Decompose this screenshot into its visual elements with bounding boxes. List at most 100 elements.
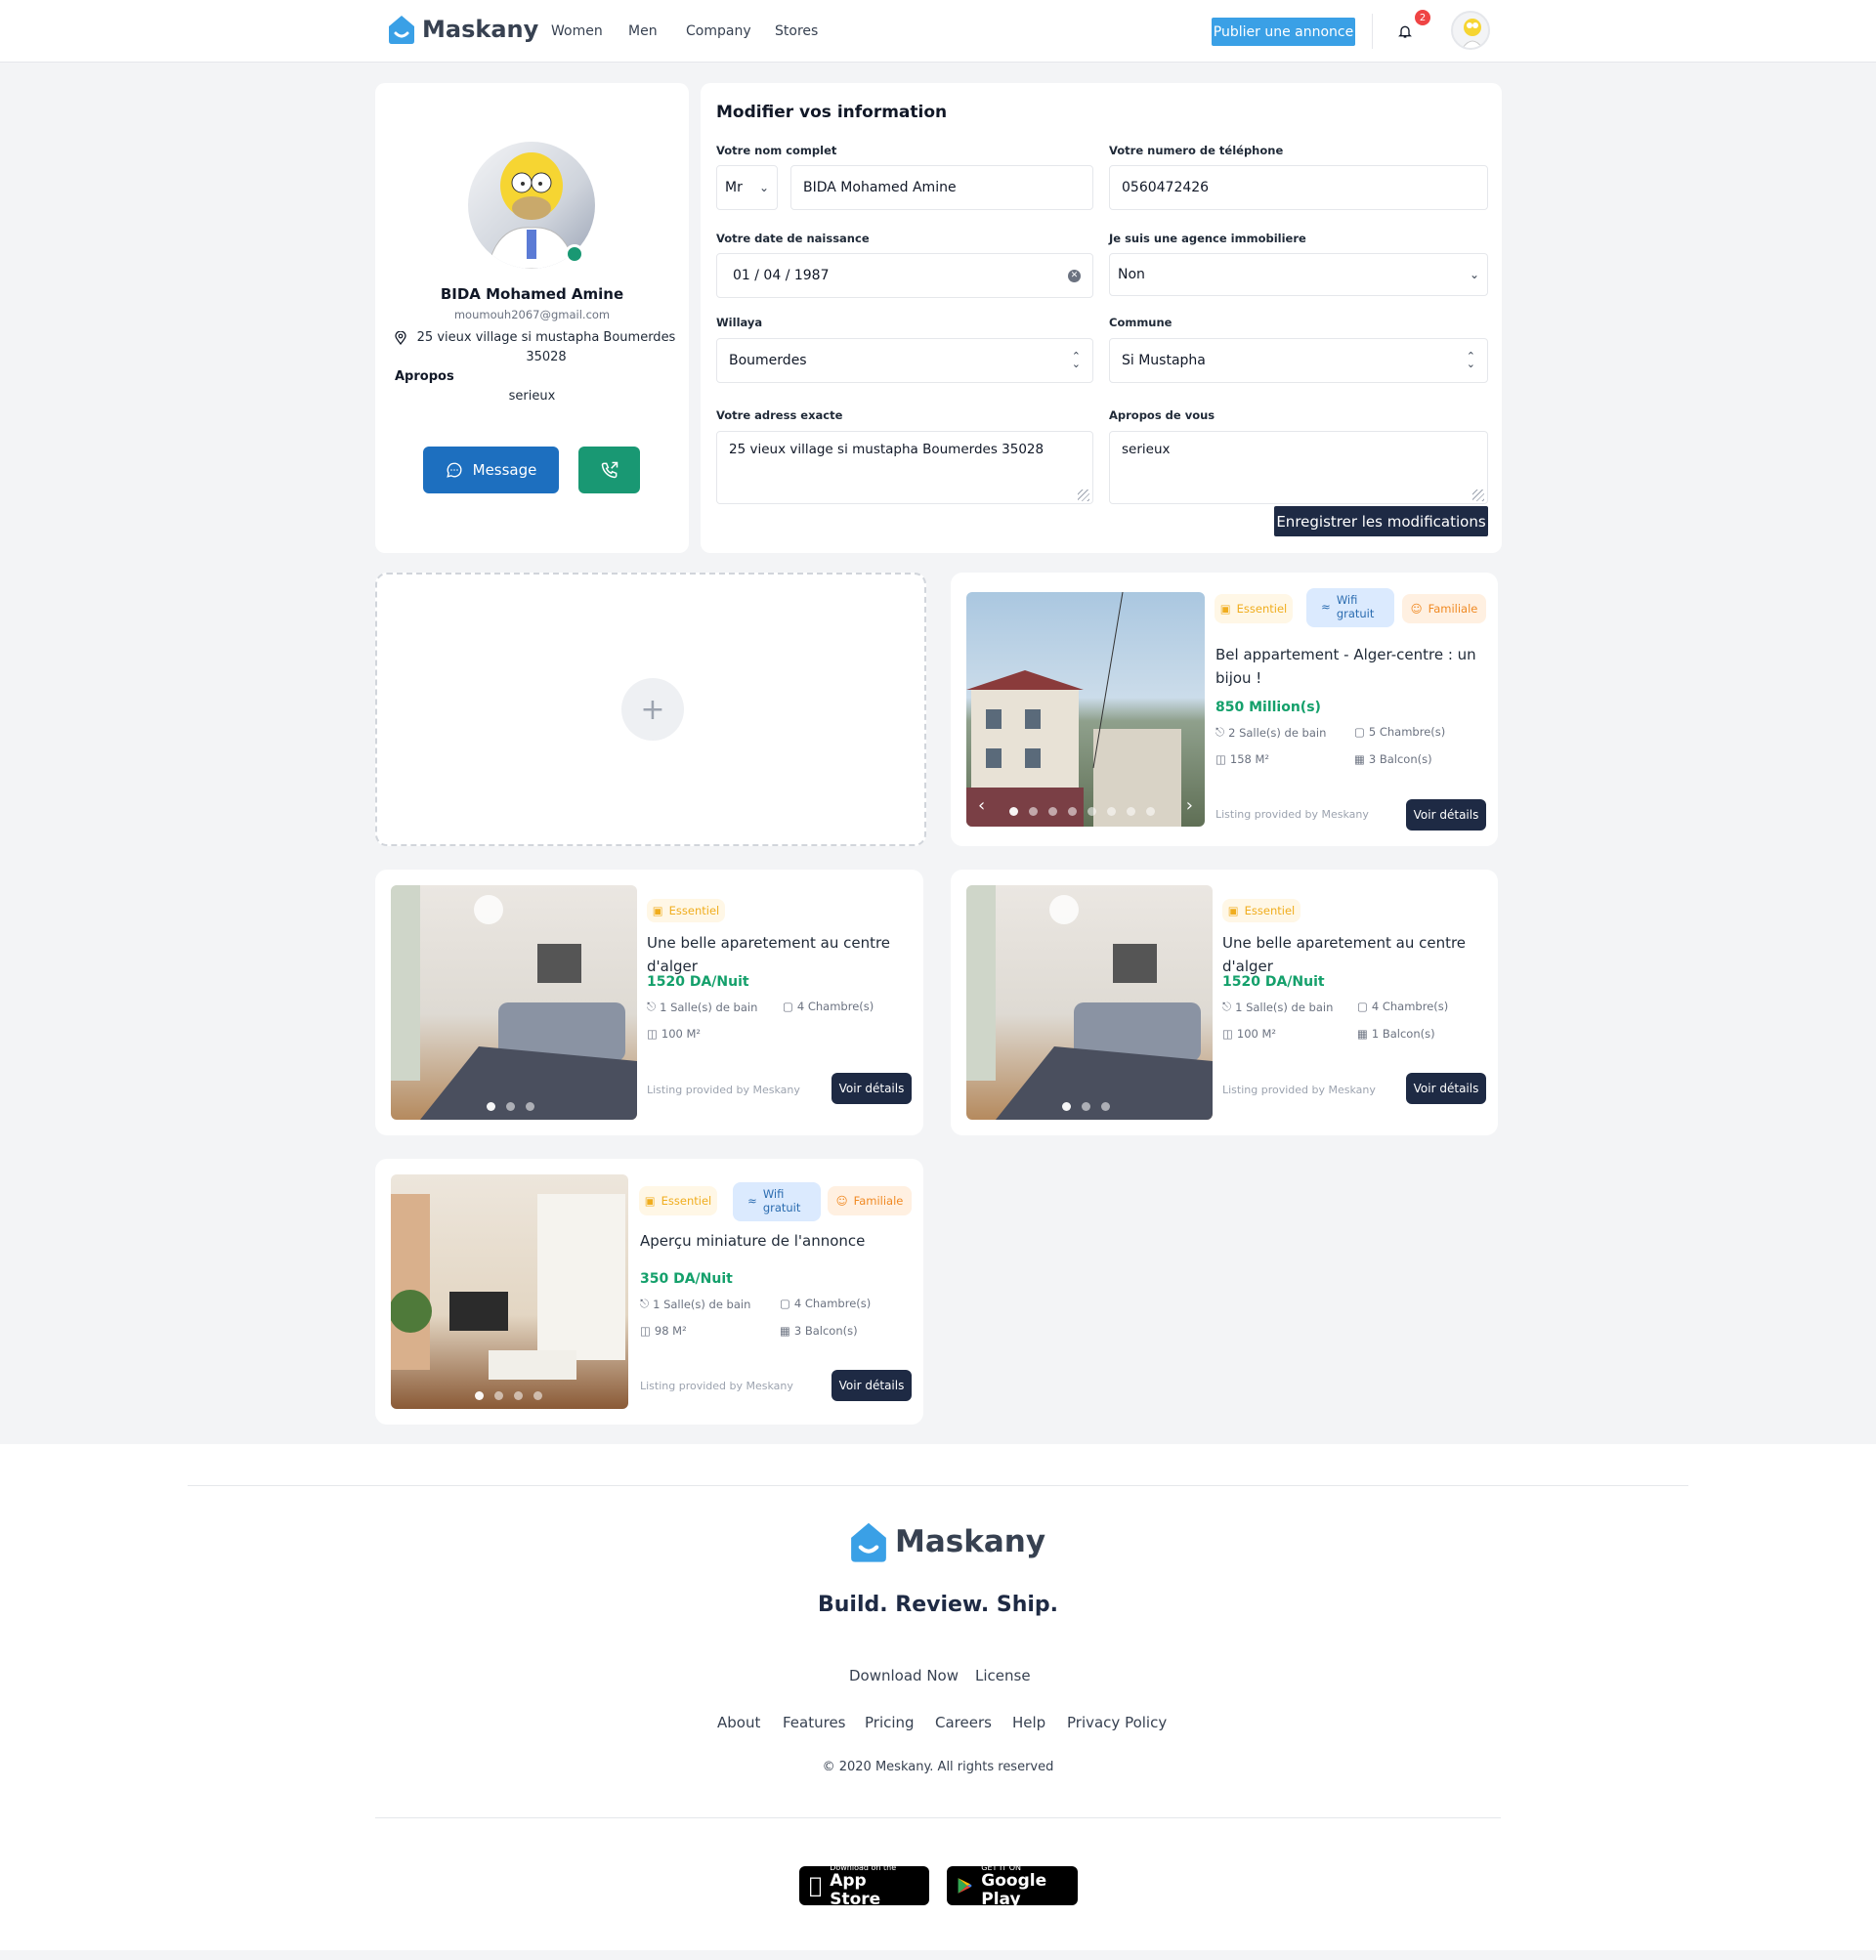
footer-link-license[interactable]: License [975,1667,1031,1684]
carousel-prev-icon[interactable]: ‹ [978,795,985,816]
notifications-button[interactable] [1391,18,1419,45]
carousel-next-icon[interactable]: › [1186,795,1193,816]
brand-logo[interactable]: Maskany [387,14,538,45]
address-textarea[interactable]: 25 vieux village si mustapha Boumerdes 3… [716,431,1093,504]
carousel-dots[interactable] [1062,1102,1110,1111]
user-avatar[interactable] [1451,11,1490,50]
footer-link-help[interactable]: Help [1012,1714,1045,1731]
listing-title[interactable]: Une belle aparetement au centre d'alger [647,931,920,978]
living-room-illustration [966,885,1213,1120]
listing-provider: Listing provided by Meskany [647,1084,800,1096]
edit-profile-form: Modifier vos information Votre nom compl… [701,83,1502,553]
profile-name: BIDA Mohamed Amine [440,285,624,303]
fullname-input[interactable]: BIDA Mohamed Amine [790,165,1093,210]
bed-icon: ▢ [783,1000,793,1013]
message-button[interactable]: Message [423,447,559,493]
site-footer: Maskany Build. Review. Ship. Download No… [0,1444,1876,1950]
plus-icon[interactable]: + [621,678,684,741]
listing-title[interactable]: Une belle aparetement au centre d'alger [1222,931,1496,978]
listing-photo[interactable]: ‹ › [966,592,1205,827]
clipboard-icon: ▣ [1219,602,1231,616]
balcony-icon: ▦ [780,1324,790,1338]
wilaya-label: Willaya [716,316,763,329]
chevron-down-icon: ⌄ [1469,268,1479,281]
birthdate-input[interactable]: 01 / 04 / 1987 ✕ [716,253,1093,298]
listing-card: ‹ › ▣ Essentiel ≈ Wifi gratuit ☺ Familiale … [951,573,1498,846]
listing-price: 1520 DA/Nuit [647,974,749,990]
save-changes-button[interactable]: Enregistrer les modifications [1274,506,1488,536]
clear-date-icon[interactable]: ✕ [1068,269,1081,282]
area-spec: ◫ 100 M² [647,1027,702,1041]
phone-input[interactable]: 0560472426 [1109,165,1488,210]
listing-title[interactable]: Bel appartement - Alger-centre : un bijo… [1215,643,1494,690]
clipboard-icon: ▣ [644,1194,656,1208]
online-status-dot [565,244,584,264]
view-details-button[interactable]: Voir détails [1406,799,1486,831]
footer-link-features[interactable]: Features [783,1714,846,1731]
updown-chevron-icon: ⌃ ⌄ [1071,350,1081,370]
footer-link-pricing[interactable]: Pricing [865,1714,915,1731]
area-spec: ◫ 158 M² [1215,752,1270,766]
footer-link-careers[interactable]: Careers [935,1714,992,1731]
footer-link-about[interactable]: About [717,1714,760,1731]
tag-familiale: ☺ Familiale [1402,594,1486,623]
listing-provider: Listing provided by Meskany [1215,808,1369,821]
tag-label: Wifi gratuit [1336,593,1375,620]
listing-title[interactable]: Aperçu miniature de l'annonce [640,1229,914,1253]
listing-provider: Listing provided by Meskany [640,1380,793,1392]
area-spec: ◫ 98 M² [640,1324,687,1338]
nav-company[interactable]: Company [686,23,751,39]
tag-essentiel: ▣ Essentiel [647,899,725,922]
listing-card: ▣ Essentiel Une belle aparetement au cent… [375,870,923,1135]
agency-select[interactable]: Non ⌄ [1109,253,1488,296]
nav-men[interactable]: Men [628,23,658,39]
google-play-badge[interactable]: GET IT ON Google Play [947,1863,1078,1908]
header-divider [1372,14,1373,49]
chat-bubble-icon [446,462,462,478]
civility-select[interactable]: Mr ⌄ [716,165,778,210]
footer-link-download[interactable]: Download Now [849,1667,959,1684]
nav-women[interactable]: Women [551,23,603,39]
living-room-illustration [391,1194,625,1380]
birthdate-label: Votre date de naissance [716,232,870,245]
bath-spec: ⎋ 1 Salle(s) de bain [1222,1000,1334,1014]
listing-card: ▣ Essentiel Une belle aparetement au cent… [951,870,1498,1135]
resize-handle-icon[interactable] [1472,490,1484,501]
app-store-badge[interactable]:  Download on theApp Store [799,1863,929,1908]
resize-handle-icon[interactable] [1078,490,1089,501]
agency-label: Je suis une agence immobiliere [1109,232,1306,245]
apple-icon:  [809,1874,822,1898]
carousel-dots[interactable] [1009,807,1155,816]
view-details-button[interactable]: Voir détails [1406,1073,1486,1104]
listing-photo[interactable] [391,1174,628,1409]
listing-provider: Listing provided by Meskany [1222,1084,1376,1096]
balcony-icon: ▦ [1354,752,1365,766]
area-spec: ◫ 100 M² [1222,1027,1277,1041]
listing-photo[interactable] [391,885,637,1120]
footer-link-privacy[interactable]: Privacy Policy [1067,1714,1167,1731]
wifi-icon: ≈ [1321,600,1331,615]
view-details-button[interactable]: Voir détails [831,1073,912,1104]
about-textarea[interactable]: serieux [1109,431,1488,504]
bed-icon: ▢ [1357,1000,1368,1013]
call-button[interactable] [578,447,640,493]
balcony-spec: ▦ 3 Balcon(s) [1354,752,1432,766]
commune-select[interactable]: Si Mustapha ⌃ ⌄ [1109,338,1488,383]
nav-stores[interactable]: Stores [775,23,818,39]
view-details-button[interactable]: Voir détails [831,1370,912,1401]
carousel-dots[interactable] [487,1102,534,1111]
listing-photo[interactable] [966,885,1213,1120]
profile-address: 25 vieux village si mustapha Boumerdes 3… [416,330,676,364]
carousel-dots[interactable] [475,1391,542,1400]
publish-ad-button[interactable]: Publier une annonce [1212,18,1355,46]
tag-essentiel: ▣ Essentiel [1215,594,1293,623]
rooms-spec: ▢ 4 Chambre(s) [783,1000,874,1013]
bath-spec: ⎋ 1 Salle(s) de bain [640,1297,751,1311]
wilaya-select[interactable]: Boumerdes ⌃ ⌄ [716,338,1093,383]
phone-outgoing-icon [601,461,618,479]
add-listing-card[interactable]: + [375,573,926,846]
profile-email: moumouh2067@gmail.com [453,308,611,321]
agency-value: Non [1118,267,1145,282]
footer-logo[interactable]: Maskany [848,1520,1045,1563]
bathtub-icon: ⎋ [1222,1000,1232,1013]
